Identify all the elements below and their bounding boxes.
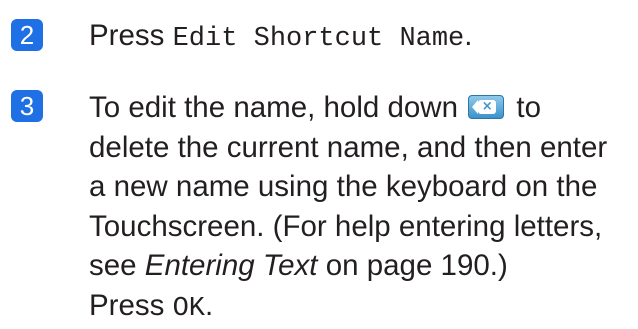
backspace-key-icon: × <box>468 95 504 119</box>
step-2-text: Press Edit Shortcut Name. <box>89 16 472 60</box>
step-number-badge: 2 <box>11 19 43 51</box>
step-3-line-1-pre: To edit the name, hold down <box>89 91 466 124</box>
step-number-badge: 3 <box>11 90 43 122</box>
step-3-line-1: To edit the name, hold down × to <box>89 88 607 128</box>
entering-text-reference: Entering Text <box>145 249 318 282</box>
step-3-line-2: delete the current name, and then enter <box>89 128 607 168</box>
step-3-line-6-pre: Press <box>89 289 173 322</box>
ok-label: OK <box>173 294 205 324</box>
step-3-line-6: Press OK. <box>89 286 607 329</box>
step-3-line-6-post: . <box>205 289 213 322</box>
step-3-line-4: Touchscreen. (For help entering letters, <box>89 207 607 247</box>
step-2-post: . <box>464 19 472 52</box>
step-2-pre: Press <box>89 19 173 52</box>
edit-shortcut-name-label: Edit Shortcut Name <box>173 24 465 54</box>
step-3-line-3: a new name using the keyboard on the <box>89 167 607 207</box>
step-3-line-1-post: to <box>508 91 541 124</box>
step-3-line-5-post: on page 190.) <box>318 249 508 282</box>
step-3-text: To edit the name, hold down × to delete … <box>89 88 607 329</box>
step-3-line-5-pre: see <box>89 249 145 282</box>
step-3-line-5: see Entering Text on page 190.) <box>89 246 607 286</box>
